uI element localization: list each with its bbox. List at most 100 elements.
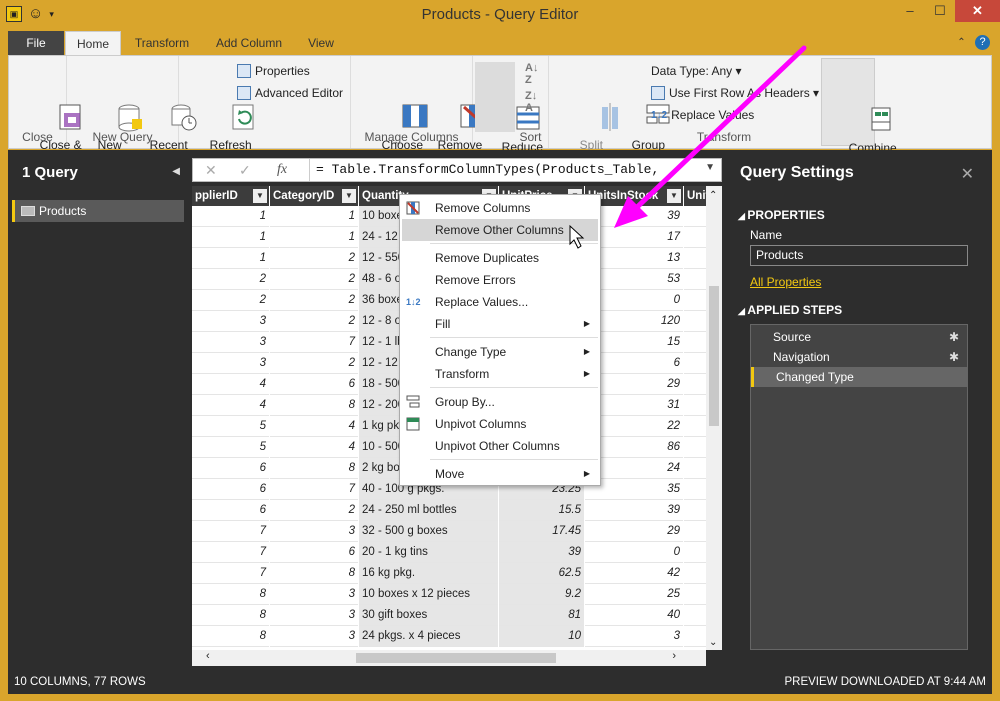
- table-cell[interactable]: [684, 416, 706, 437]
- table-cell[interactable]: [684, 479, 706, 500]
- table-cell[interactable]: 3: [270, 605, 358, 626]
- tab-file[interactable]: File: [8, 31, 64, 55]
- table-cell[interactable]: 7: [270, 332, 358, 353]
- table-cell[interactable]: 3: [192, 332, 269, 353]
- menu-unpivot-columns[interactable]: Unpivot Columns: [400, 413, 600, 435]
- table-cell[interactable]: 5: [192, 416, 269, 437]
- tab-home[interactable]: Home: [65, 31, 121, 55]
- step-source[interactable]: Source ✱: [751, 327, 967, 347]
- table-cell[interactable]: 25: [585, 584, 683, 605]
- menu-remove-columns[interactable]: Remove Columns: [400, 197, 600, 219]
- applied-steps-section[interactable]: ◢ APPLIED STEPS: [738, 303, 842, 317]
- table-cell[interactable]: 8: [270, 458, 358, 479]
- column-header[interactable]: pplierID ▼: [192, 186, 269, 206]
- table-cell[interactable]: 10 boxes x 12 pieces: [359, 584, 498, 605]
- table-cell[interactable]: [684, 437, 706, 458]
- properties-section[interactable]: ◢ PROPERTIES: [738, 208, 825, 222]
- formula-input[interactable]: = Table.TransformColumnTypes(Products_Ta…: [309, 159, 703, 181]
- table-cell[interactable]: [684, 563, 706, 584]
- table-cell[interactable]: [684, 584, 706, 605]
- table-cell[interactable]: [684, 458, 706, 479]
- properties-button[interactable]: Properties: [237, 64, 310, 78]
- table-cell[interactable]: 42: [585, 563, 683, 584]
- menu-fill[interactable]: Fill ▶: [400, 313, 600, 335]
- table-cell[interactable]: 4: [192, 395, 269, 416]
- table-cell[interactable]: [684, 248, 706, 269]
- table-cell[interactable]: 1: [192, 227, 269, 248]
- menu-remove-errors[interactable]: Remove Errors: [400, 269, 600, 291]
- maximize-button[interactable]: ☐: [925, 0, 955, 22]
- table-cell[interactable]: 8: [192, 605, 269, 626]
- menu-transform[interactable]: Transform ▶: [400, 363, 600, 385]
- minimize-button[interactable]: –: [895, 0, 925, 22]
- table-cell[interactable]: 32 - 500 g boxes: [359, 521, 498, 542]
- column-filter-icon[interactable]: ▼: [342, 189, 356, 203]
- table-cell[interactable]: 2: [270, 269, 358, 290]
- all-properties-link[interactable]: All Properties: [750, 275, 821, 289]
- commit-formula-icon[interactable]: ✓: [239, 162, 251, 179]
- table-cell[interactable]: 1: [192, 248, 269, 269]
- table-cell[interactable]: [684, 395, 706, 416]
- table-cell[interactable]: 17.45: [499, 521, 584, 542]
- table-cell[interactable]: 4: [270, 437, 358, 458]
- replace-values-button[interactable]: 1↓2 Replace Values: [651, 108, 754, 122]
- table-cell[interactable]: [684, 332, 706, 353]
- menu-group-by[interactable]: Group By...: [400, 391, 600, 413]
- table-cell[interactable]: 8: [192, 626, 269, 647]
- table-cell[interactable]: 6: [192, 500, 269, 521]
- table-cell[interactable]: 4: [270, 416, 358, 437]
- collapse-ribbon-icon[interactable]: ⌃: [954, 35, 969, 50]
- column-header[interactable]: CategoryID ▼: [270, 186, 358, 206]
- table-cell[interactable]: 8: [270, 395, 358, 416]
- vertical-scroll-thumb[interactable]: [709, 286, 719, 426]
- table-cell[interactable]: 7: [270, 479, 358, 500]
- table-cell[interactable]: [684, 500, 706, 521]
- table-cell[interactable]: [684, 269, 706, 290]
- table-cell[interactable]: 3: [585, 626, 683, 647]
- table-cell[interactable]: 6: [270, 374, 358, 395]
- scroll-right-icon[interactable]: ›: [672, 650, 676, 662]
- advanced-editor-button[interactable]: Advanced Editor: [237, 86, 343, 100]
- cancel-formula-icon[interactable]: ✕: [205, 162, 217, 179]
- tab-add-column[interactable]: Add Column: [204, 31, 294, 55]
- scroll-up-icon[interactable]: ⌃: [709, 190, 717, 201]
- table-cell[interactable]: 29: [585, 521, 683, 542]
- expand-formula-icon[interactable]: ▼: [705, 162, 715, 173]
- menu-remove-other-columns[interactable]: Remove Other Columns: [402, 219, 598, 241]
- table-cell[interactable]: 1: [270, 227, 358, 248]
- table-cell[interactable]: 1: [270, 206, 358, 227]
- table-cell[interactable]: [684, 290, 706, 311]
- table-cell[interactable]: 6: [192, 458, 269, 479]
- table-cell[interactable]: 2: [270, 500, 358, 521]
- table-cell[interactable]: [684, 311, 706, 332]
- table-cell[interactable]: 2: [192, 290, 269, 311]
- table-cell[interactable]: [684, 227, 706, 248]
- table-cell[interactable]: 3: [270, 521, 358, 542]
- table-cell[interactable]: 2: [270, 353, 358, 374]
- menu-move[interactable]: Move ▶: [400, 463, 600, 485]
- vertical-scrollbar[interactable]: ⌃ ⌄: [706, 186, 722, 650]
- table-cell[interactable]: 20 - 1 kg tins: [359, 542, 498, 563]
- table-cell[interactable]: 81: [499, 605, 584, 626]
- collapse-queries-icon[interactable]: ◀: [172, 166, 180, 177]
- table-cell[interactable]: 6: [192, 479, 269, 500]
- table-cell[interactable]: 10: [499, 626, 584, 647]
- table-cell[interactable]: 7: [192, 563, 269, 584]
- table-cell[interactable]: 2: [270, 248, 358, 269]
- table-cell[interactable]: 2: [192, 269, 269, 290]
- table-cell[interactable]: 3: [192, 311, 269, 332]
- table-cell[interactable]: 3: [270, 626, 358, 647]
- horizontal-scrollbar[interactable]: ‹ ›: [192, 650, 706, 666]
- table-cell[interactable]: 62.5: [499, 563, 584, 584]
- gear-icon[interactable]: ✱: [949, 327, 959, 347]
- menu-unpivot-other-columns[interactable]: Unpivot Other Columns: [400, 435, 600, 457]
- table-cell[interactable]: 8: [192, 584, 269, 605]
- scroll-down-icon[interactable]: ⌄: [709, 637, 717, 648]
- step-navigation[interactable]: Navigation ✱: [751, 347, 967, 367]
- table-cell[interactable]: 16 kg pkg.: [359, 563, 498, 584]
- table-cell[interactable]: [684, 542, 706, 563]
- table-cell[interactable]: 39: [585, 500, 683, 521]
- reduce-rows-button[interactable]: Reduce Rows ▾: [475, 62, 543, 167]
- help-icon[interactable]: ?: [975, 35, 990, 50]
- table-cell[interactable]: 3: [270, 584, 358, 605]
